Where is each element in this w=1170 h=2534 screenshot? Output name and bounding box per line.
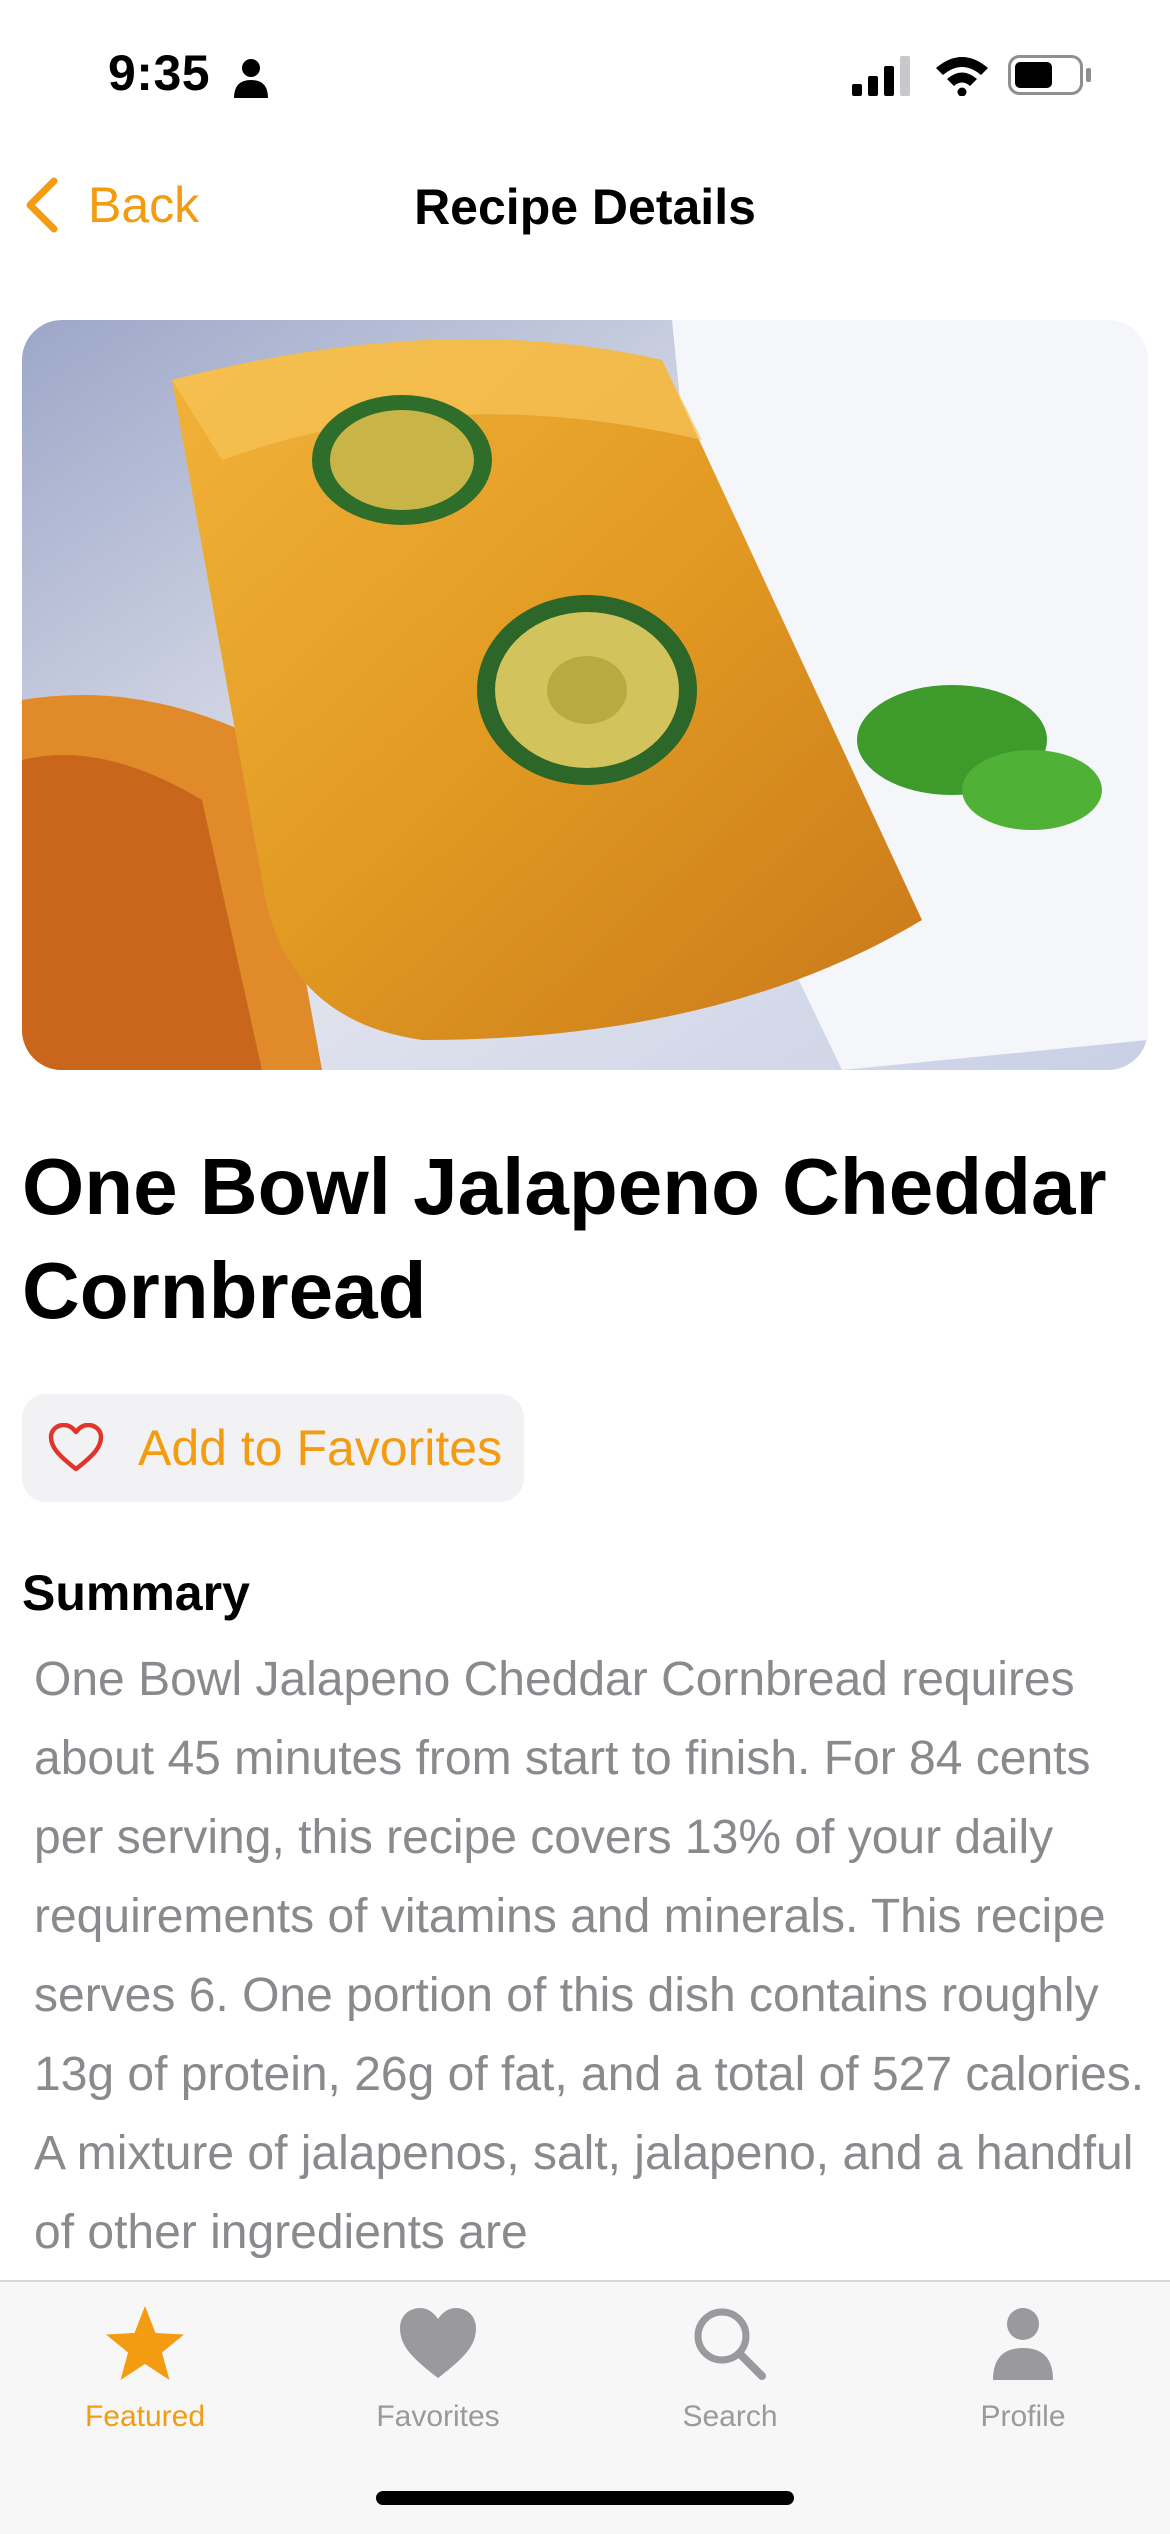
heart-icon: [400, 2308, 476, 2378]
battery-icon: [1008, 55, 1091, 95]
tab-search-label: Search: [682, 2400, 778, 2433]
tab-profile-label: Profile: [980, 2400, 1066, 2433]
magnifier-icon: [694, 2308, 766, 2380]
status-time: 9:35: [108, 45, 211, 101]
home-indicator[interactable]: [376, 2491, 794, 2505]
star-icon: [106, 2306, 184, 2380]
tab-featured-label: Featured: [84, 2400, 206, 2433]
recipe-title: One Bowl Jalapeno Cheddar Cornbread: [22, 1142, 1107, 1335]
heart-outline-icon: [48, 1423, 104, 1472]
add-to-favorites-button[interactable]: Add to Favorites: [22, 1394, 524, 1502]
wifi-icon: [936, 57, 988, 96]
person-icon: [993, 2308, 1053, 2380]
summary-heading: Summary: [22, 1565, 250, 1621]
tab-featured[interactable]: Featured: [45, 2304, 245, 2444]
tab-favorites-label: Favorites: [376, 2400, 500, 2433]
summary-text: One Bowl Jalapeno Cheddar Cornbread requ…: [34, 1653, 1145, 2259]
tab-favorites[interactable]: Favorites: [338, 2304, 538, 2444]
person-icon: [234, 59, 268, 98]
page-title: Recipe Details: [414, 179, 756, 235]
cellular-signal-icon: [852, 56, 910, 96]
status-bar: 9:35: [0, 0, 1170, 150]
tab-profile[interactable]: Profile: [923, 2304, 1123, 2444]
recipe-image: [22, 320, 1148, 1070]
add-to-favorites-label: Add to Favorites: [138, 1420, 503, 1476]
tab-search[interactable]: Search: [630, 2304, 830, 2444]
